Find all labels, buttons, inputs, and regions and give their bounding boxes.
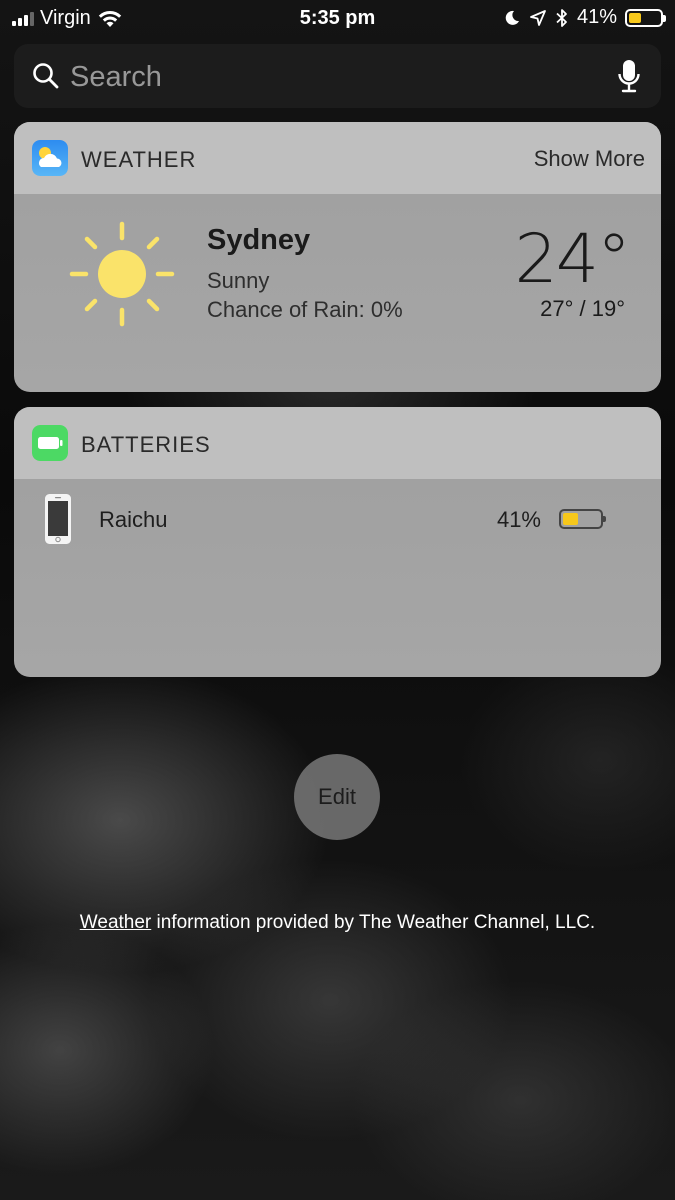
batteries-widget-title: BATTERIES	[81, 432, 211, 457]
device-battery-icon	[559, 509, 606, 529]
weather-widget-body: Sydney Sunny Chance of Rain: 0% 24° 27° …	[14, 194, 661, 392]
weather-city: Sydney	[207, 224, 311, 256]
weather-rain-chance: Chance of Rain: 0%	[207, 297, 403, 322]
search-input[interactable]	[68, 56, 592, 98]
sun-icon	[69, 221, 175, 327]
weather-temperature: 24°	[514, 220, 631, 299]
device-battery-level-fill	[563, 513, 578, 525]
search-bar[interactable]	[14, 44, 661, 108]
moon-icon	[505, 10, 519, 25]
battery-percent: 41%	[576, 6, 617, 28]
device-battery-percent: 41%	[496, 507, 541, 532]
weather-widget-title: WEATHER	[81, 147, 197, 172]
edit-button-label: Edit	[318, 784, 356, 809]
microphone-icon[interactable]	[617, 58, 641, 94]
batteries-widget-body: Raichu 41%	[14, 479, 661, 677]
weather-attribution-link[interactable]: Weather	[80, 912, 151, 933]
battery-level-fill	[629, 12, 642, 23]
edit-button[interactable]: Edit	[294, 754, 380, 840]
iphone-icon	[45, 494, 71, 544]
batteries-widget-header: BATTERIES	[14, 407, 661, 479]
battery-icon	[625, 8, 666, 27]
weather-widget[interactable]: WEATHER Show More Sydney Sunny Chance of…	[14, 122, 661, 392]
device-name: Raichu	[99, 507, 168, 532]
weather-high-low: 27° / 19°	[540, 296, 625, 321]
weather-attribution: Weather information provided by The Weat…	[0, 912, 675, 934]
show-more-button[interactable]: Show More	[534, 146, 645, 172]
bluetooth-icon	[556, 8, 567, 27]
batteries-app-icon	[32, 425, 68, 461]
location-arrow-icon	[530, 9, 546, 26]
weather-app-icon	[32, 140, 68, 176]
status-right: 41%	[503, 6, 666, 29]
weather-widget-header: WEATHER Show More	[14, 122, 661, 194]
search-icon	[33, 63, 59, 89]
batteries-widget[interactable]: BATTERIES Raichu 41%	[14, 407, 661, 677]
status-bar: Virgin 5:35 pm 41%	[0, 0, 675, 38]
weather-condition: Sunny	[207, 268, 270, 293]
weather-attribution-text: information provided by The Weather Chan…	[151, 912, 596, 933]
